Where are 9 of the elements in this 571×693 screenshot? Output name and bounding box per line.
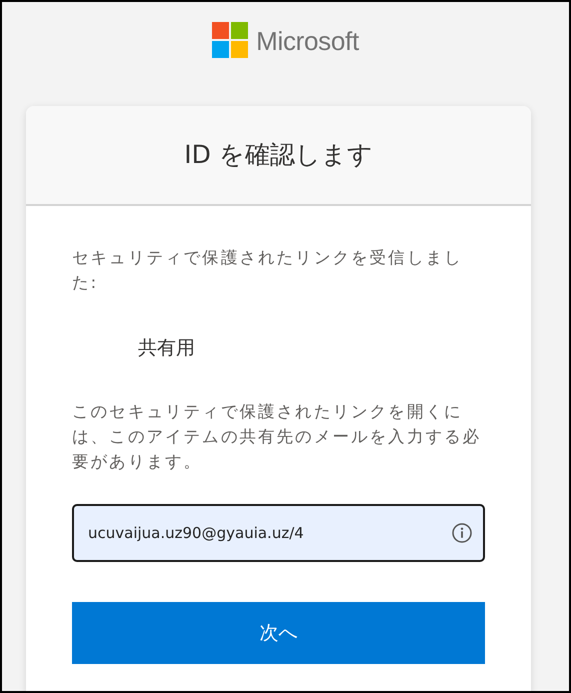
logo-icon xyxy=(212,22,248,58)
card-title: ID を確認します xyxy=(184,139,373,172)
shared-item-name: 共有用 xyxy=(138,336,196,360)
brand-name: Microsoft xyxy=(256,25,359,58)
instructions-text: このセキュリティで保護されたリンクを開くには、このアイテムの共有先のメールを入力する必要があります。 xyxy=(72,401,482,472)
email-field[interactable]: ucuvaijua.uz90@gyauia.uz/4 xyxy=(72,504,485,562)
next-button[interactable]: 次へ xyxy=(72,602,485,664)
intro-text: セキュリティで保護されたリンクを受信しました: xyxy=(72,247,464,294)
info-icon[interactable] xyxy=(451,522,473,544)
